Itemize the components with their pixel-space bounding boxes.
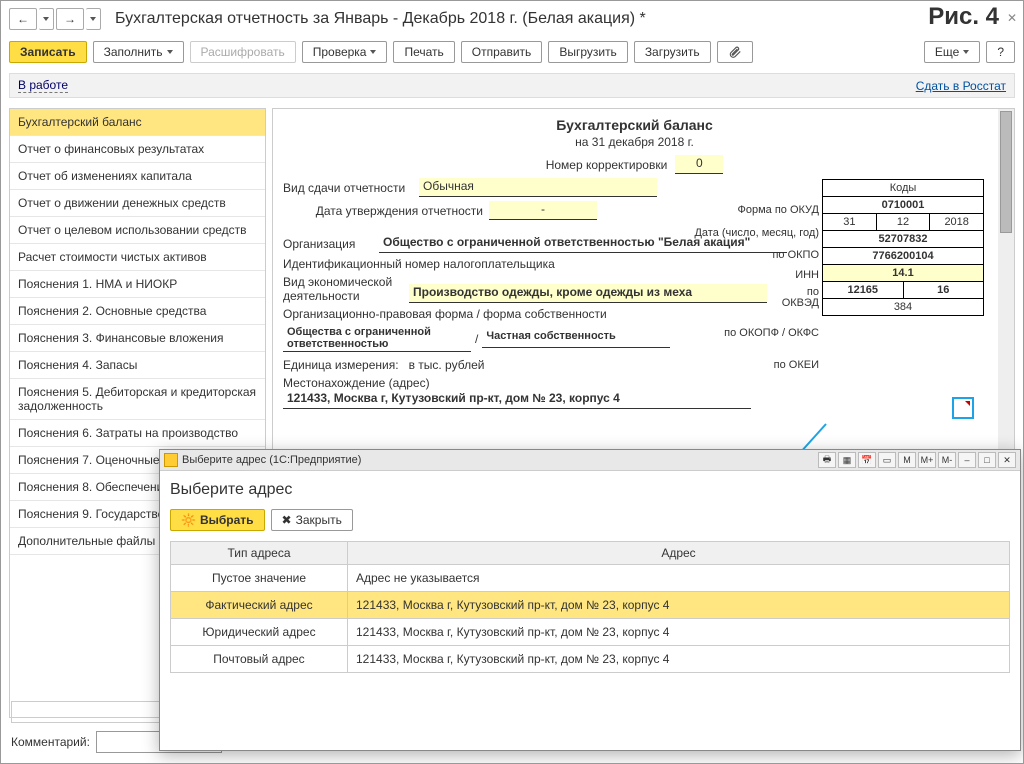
mplus-button[interactable]: M+	[918, 452, 936, 468]
sidebar-item[interactable]: Пояснения 6. Затраты на производство	[10, 420, 265, 447]
addr-value: 121433, Москва г, Кутузовский пр-кт, дом…	[283, 390, 751, 409]
sidebar-item[interactable]: Отчет о финансовых результатах	[10, 136, 265, 163]
decrypt-button: Расшифровать	[190, 41, 296, 63]
codes-header: Коды	[823, 180, 983, 197]
unit-value: в тыс. рублей	[409, 358, 485, 372]
inn-label: Идентификационный номер налогоплательщик…	[283, 257, 555, 271]
figure-label: Рис. 4	[928, 3, 999, 31]
dialog-title: Выберите адрес	[170, 481, 1010, 499]
send-button[interactable]: Отправить	[461, 41, 543, 63]
sidebar-item[interactable]: Отчет об изменениях капитала	[10, 163, 265, 190]
close-button[interactable]: ✖ Закрыть	[271, 509, 353, 531]
form-subtitle: на 31 декабря 2018 г.	[283, 135, 986, 149]
back-dropdown[interactable]	[39, 8, 54, 30]
sidebar-item[interactable]: Отчет о целевом использовании средств	[10, 217, 265, 244]
sidebar-item[interactable]: Пояснения 5. Дебиторская и кредиторская …	[10, 379, 265, 420]
status-link[interactable]: В работе	[18, 78, 68, 93]
corr-input[interactable]: 0	[675, 155, 723, 174]
forward-button[interactable]: →	[56, 8, 84, 30]
sidebar-item[interactable]: Пояснения 4. Запасы	[10, 352, 265, 379]
sidebar-item[interactable]: Пояснения 1. НМА и НИОКР	[10, 271, 265, 298]
chevron-down-icon	[370, 50, 376, 54]
calendar-icon[interactable]: 📅	[858, 452, 876, 468]
chevron-down-icon	[167, 50, 173, 54]
export-button[interactable]: Выгрузить	[548, 41, 628, 63]
type-input[interactable]: Обычная	[419, 178, 657, 197]
close-icon[interactable]: ✕	[1007, 11, 1017, 25]
select-button[interactable]: 🔆 Выбрать	[170, 509, 265, 531]
org-label: Организация	[283, 237, 373, 251]
more-button[interactable]: Еще	[924, 41, 980, 63]
sidebar-item[interactable]: Отчет о движении денежных средств	[10, 190, 265, 217]
sidebar-item[interactable]: Пояснения 2. Основные средства	[10, 298, 265, 325]
act-input[interactable]: Производство одежды, кроме одежды из мех…	[409, 284, 767, 303]
table-row[interactable]: Пустое значениеАдрес не указывается	[171, 565, 1010, 592]
scroll-thumb[interactable]	[1000, 111, 1012, 233]
okud-value: 0710001	[823, 197, 983, 213]
opf-val2: Частная собственность	[482, 329, 670, 348]
unit-label: Единица измерения:	[283, 358, 399, 372]
opf-val1: Общества с ограниченной ответственностью	[283, 325, 471, 352]
import-button[interactable]: Загрузить	[634, 41, 711, 63]
appr-input[interactable]: -	[489, 201, 597, 220]
sidebar-item[interactable]: Расчет стоимости чистых активов	[10, 244, 265, 271]
table-row[interactable]: Почтовый адрес121433, Москва г, Кутузовс…	[171, 646, 1010, 673]
submit-link[interactable]: Сдать в Росстат	[916, 79, 1006, 93]
attach-button[interactable]	[717, 41, 753, 63]
close-icon[interactable]: ✕	[998, 452, 1016, 468]
table-row[interactable]: Юридический адрес121433, Москва г, Кутуз…	[171, 619, 1010, 646]
table-row[interactable]: Фактический адрес121433, Москва г, Кутуз…	[171, 592, 1010, 619]
calc-icon[interactable]: ▭	[878, 452, 896, 468]
act-label1: Вид экономической	[283, 275, 392, 289]
paperclip-icon	[728, 45, 742, 59]
m-button[interactable]: M	[898, 452, 916, 468]
window-title: Бухгалтерская отчетность за Январь - Дек…	[115, 10, 646, 28]
dialog-wintitle: Выберите адрес (1С:Предприятие)	[182, 454, 361, 466]
addr-label: Местонахождение (адрес)	[283, 376, 430, 390]
form-title: Бухгалтерский баланс	[283, 117, 986, 133]
sidebar-item[interactable]: Бухгалтерский баланс	[10, 109, 265, 136]
grid-icon[interactable]: ▦	[838, 452, 856, 468]
print-icon[interactable]: 🖶	[818, 452, 836, 468]
appr-label: Дата утверждения отчетности	[283, 204, 483, 218]
print-button[interactable]: Печать	[393, 41, 454, 63]
back-button[interactable]: ←	[9, 8, 37, 30]
help-button[interactable]: ?	[986, 41, 1015, 63]
mminus-button[interactable]: M-	[938, 452, 956, 468]
forward-dropdown[interactable]	[86, 8, 101, 30]
sidebar-item[interactable]: Пояснения 3. Финансовые вложения	[10, 325, 265, 352]
type-label: Вид сдачи отчетности	[283, 181, 413, 195]
write-button[interactable]: Записать	[9, 41, 87, 63]
minimize-icon[interactable]: –	[958, 452, 976, 468]
col-addr[interactable]: Адрес	[348, 542, 1010, 565]
act-label2: деятельности	[283, 289, 360, 303]
maximize-icon[interactable]: □	[978, 452, 996, 468]
fill-button[interactable]: Заполнить	[93, 41, 184, 63]
comment-label: Комментарий:	[11, 735, 90, 749]
check-button[interactable]: Проверка	[302, 41, 388, 63]
codes-table: Коды 0710001 31122018 52707832 776620010…	[822, 179, 984, 316]
address-dialog: Выберите адрес (1С:Предприятие) 🖶 ▦ 📅 ▭ …	[159, 449, 1021, 751]
address-picker-button[interactable]	[952, 397, 974, 419]
okved-input[interactable]: 14.1	[823, 265, 983, 281]
col-type[interactable]: Тип адреса	[171, 542, 348, 565]
corr-label: Номер корректировки	[546, 158, 668, 172]
address-table: Тип адресаАдрес Пустое значениеАдрес не …	[170, 541, 1010, 673]
chevron-down-icon	[963, 50, 969, 54]
app-icon	[164, 453, 178, 467]
opf-label: Организационно-правовая форма / форма со…	[283, 307, 607, 321]
